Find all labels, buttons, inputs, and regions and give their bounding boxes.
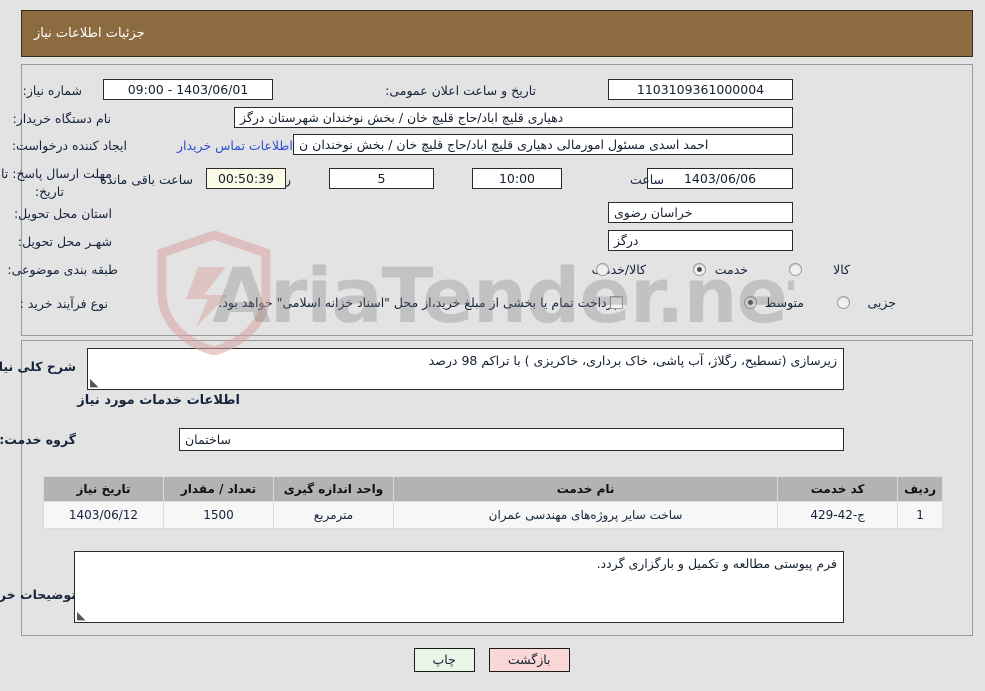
buyer-notes-label: توضیحات خریدار: <box>0 587 77 602</box>
need-number-field[interactable]: 1103109361000004 <box>609 79 794 100</box>
resize-grip-icon-notes[interactable]: ◢ <box>78 609 88 622</box>
deadline-date-field[interactable]: 1403/06/06 <box>648 168 794 189</box>
cell-code: ج-42-429 <box>778 501 900 529</box>
buyer-contact-link[interactable]: اطلاعات تماس خریدار <box>178 138 294 153</box>
treasury-bond-note: پرداخت تمام یا بخشی از مبلغ خرید،از محل … <box>219 295 618 310</box>
process-label: نوع فرآیند خرید : <box>20 296 109 311</box>
th-code: کد خدمت <box>778 476 900 502</box>
page-title: جزئیات اطلاعات نیاز <box>35 26 146 41</box>
cell-quantity: 1500 <box>164 501 275 529</box>
city-field[interactable]: درگز <box>609 230 794 251</box>
process-label-motevaset: متوسط <box>765 295 805 310</box>
announce-datetime-field[interactable]: 1403/06/01 - 09:00 <box>104 79 274 100</box>
th-name: نام خدمت <box>393 476 780 502</box>
remaining-timer-label: ساعت باقی مانده <box>101 172 194 187</box>
process-label-jozei: جزیی <box>868 295 897 310</box>
category-label-khedmat: خدمت <box>715 262 749 277</box>
buyer-notes-value: فرم پیوستی مطالعه و تکمیل و بارگزاری گرد… <box>597 556 838 571</box>
service-group-field[interactable]: ساختمان <box>180 428 845 451</box>
request-creator-label: ایجاد کننده درخواست: <box>12 138 128 153</box>
services-table: ردیف کد خدمت نام خدمت واحد اندازه گیری ت… <box>44 476 944 529</box>
buyer-notes-textarea[interactable]: فرم پیوستی مطالعه و تکمیل و بارگزاری گرد… <box>75 551 845 623</box>
process-radio-jozei[interactable] <box>838 296 851 309</box>
city-label: شهـر محل تحویل: <box>18 234 113 249</box>
cell-name: ساخت سایر پروژه‌های مهندسی عمران <box>393 501 780 529</box>
table-row[interactable]: 1 ج-42-429 ساخت سایر پروژه‌های مهندسی عم… <box>44 501 944 529</box>
service-group-label: گروه خدمت: <box>0 432 77 447</box>
deadline-label-line1: مهلت ارسال پاسخ: تا <box>2 166 113 181</box>
resize-grip-icon[interactable]: ◢ <box>91 376 101 389</box>
province-field[interactable]: خراسان رضوی <box>609 202 794 223</box>
buyer-org-label: نام دستگاه خریدار: <box>13 111 112 126</box>
general-desc-label: شرح کلی نیاز: <box>0 359 77 374</box>
category-label: طبقه بندی موضوعی: <box>8 262 119 277</box>
services-section-heading: اطلاعات خدمات مورد نیاز <box>78 393 241 408</box>
cell-date: 1403/06/12 <box>44 501 165 529</box>
services-table-wrapper: ردیف کد خدمت نام خدمت واحد اندازه گیری ت… <box>44 476 944 529</box>
process-radio-motevaset[interactable] <box>745 296 758 309</box>
cell-row: 1 <box>898 501 944 529</box>
category-radio-kala[interactable] <box>790 263 803 276</box>
deadline-hour-label: ساعت <box>630 172 665 187</box>
cell-unit: مترمربع <box>274 501 395 529</box>
general-desc-textarea[interactable]: زیرسازی (تسطیح، رگلاژ، آب پاشی، خاک بردا… <box>88 348 845 390</box>
deadline-hour-field[interactable]: 10:00 <box>473 168 563 189</box>
page-title-bar: جزئیات اطلاعات نیاز <box>22 10 974 57</box>
th-quantity: تعداد / مقدار <box>164 476 275 502</box>
footer-button-bar: بازگشت چاپ <box>0 648 985 672</box>
request-creator-field[interactable]: احمد اسدی مسئول امورمالی دهیاری قلیچ ابا… <box>294 134 794 155</box>
table-header-row: ردیف کد خدمت نام خدمت واحد اندازه گیری ت… <box>44 476 944 502</box>
general-desc-value: زیرسازی (تسطیح، رگلاژ، آب پاشی، خاک بردا… <box>429 353 838 368</box>
province-label: استان محل تحویل: <box>14 206 113 221</box>
remaining-timer-field: 00:50:39 <box>207 168 287 189</box>
th-unit: واحد اندازه گیری <box>274 476 395 502</box>
treasury-bond-checkbox[interactable] <box>611 296 624 309</box>
need-number-label: شماره نیاز: <box>23 83 83 98</box>
page-root: جزئیات اطلاعات نیاز AriaTender.net شماره… <box>0 0 985 691</box>
print-button[interactable]: چاپ <box>414 648 476 672</box>
buyer-org-field[interactable]: دهیاری قلیچ اباد/حاج قلیچ خان / بخش نوخن… <box>235 107 794 128</box>
back-button[interactable]: بازگشت <box>489 648 571 672</box>
remaining-days-field[interactable]: 5 <box>330 168 435 189</box>
announce-datetime-label: تاریخ و ساعت اعلان عمومی: <box>386 83 537 98</box>
deadline-label-line2: تاریخ: <box>35 184 65 199</box>
category-label-kala: کالا <box>834 262 851 277</box>
th-date: تاریخ نیاز <box>44 476 165 502</box>
category-radio-kala-khedmat[interactable] <box>597 263 610 276</box>
category-radio-khedmat[interactable] <box>694 263 707 276</box>
th-row: ردیف <box>898 476 944 502</box>
